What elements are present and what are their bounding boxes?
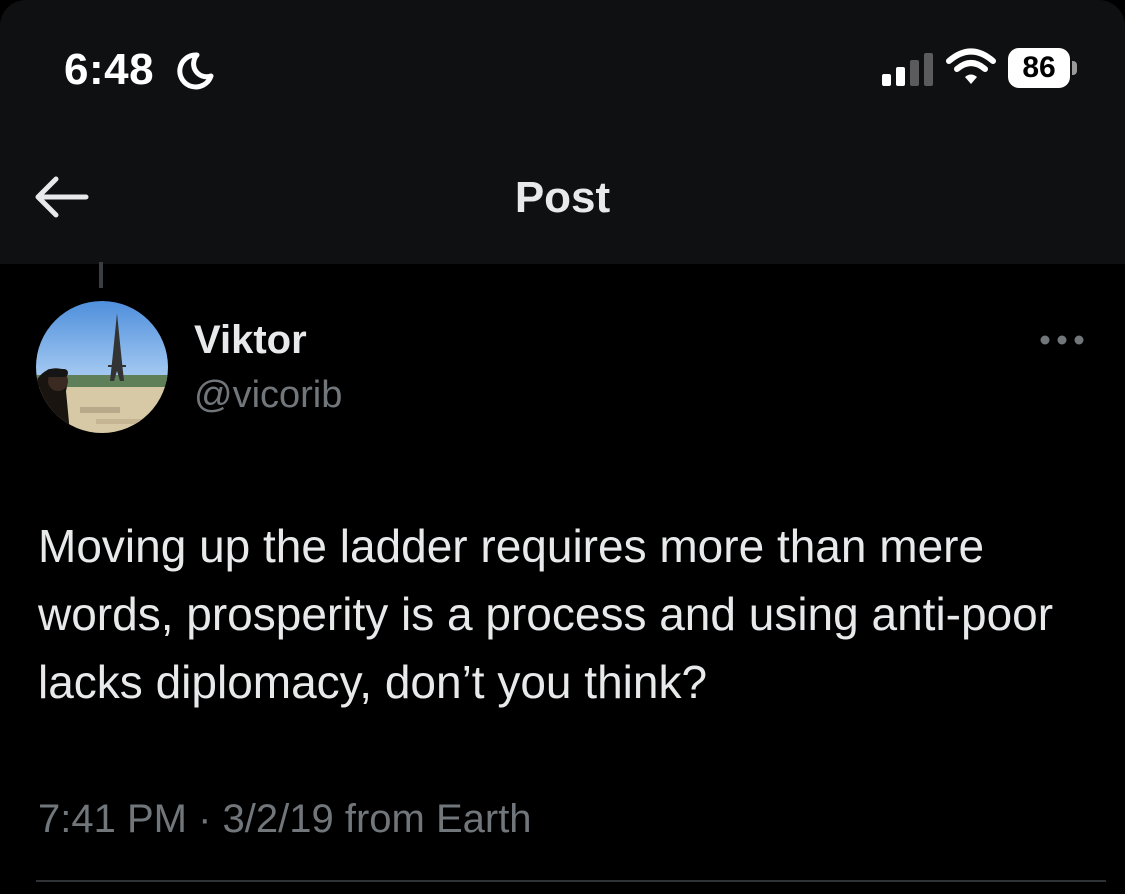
battery-cap <box>1072 61 1077 75</box>
battery-level: 86 <box>1022 51 1056 84</box>
author-handle[interactable]: @vicorib <box>194 372 342 418</box>
more-dots-icon[interactable] <box>1038 332 1086 348</box>
avatar[interactable] <box>36 301 168 433</box>
author-name[interactable]: Viktor <box>194 316 307 364</box>
battery-icon: 86 <box>1008 48 1077 88</box>
status-time: 6:48 <box>64 45 155 94</box>
moon-icon <box>177 52 214 90</box>
wifi-icon <box>946 48 996 84</box>
thread-connector-line <box>99 262 103 288</box>
post-meta: 7:41 PM · 3/2/19 from Earth <box>38 797 532 841</box>
top-bar: 6:48 86 Post <box>0 0 1125 264</box>
divider <box>36 880 1106 882</box>
cellular-signal-icon <box>882 53 933 86</box>
avatar-photo <box>36 301 168 433</box>
page-title: Post <box>514 173 611 222</box>
post-text: Moving up the ladder requires more than … <box>38 520 1054 708</box>
